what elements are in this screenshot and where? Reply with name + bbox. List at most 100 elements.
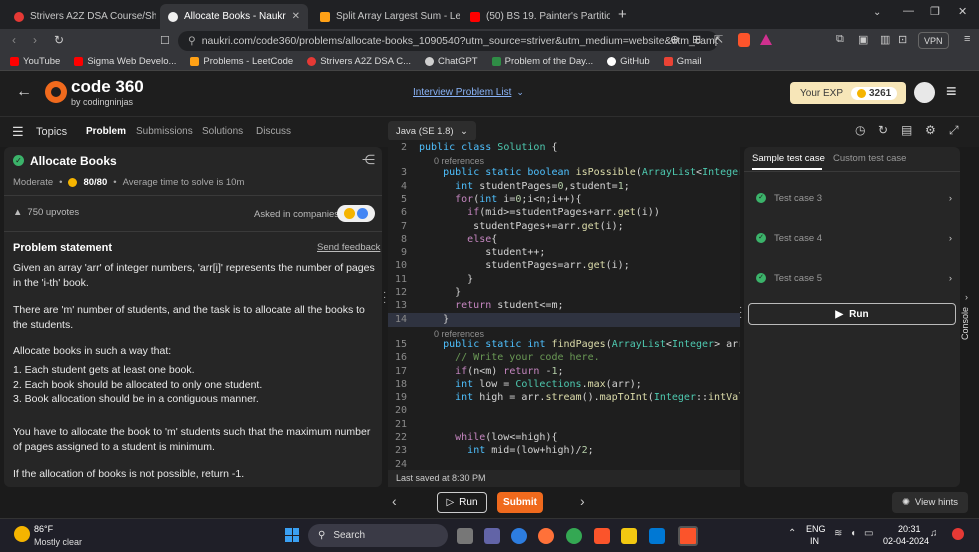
reset-icon[interactable]: ↻ [878, 123, 888, 137]
settings-gear-icon[interactable]: ⚙ [925, 123, 936, 137]
reload-icon[interactable]: ↻ [54, 33, 64, 47]
code-line[interactable]: student++; [419, 247, 545, 258]
vscode-icon[interactable] [649, 528, 665, 544]
bookmark-strivers[interactable]: Strivers A2Z DSA C... [307, 56, 411, 67]
battery-icon[interactable]: ▭ [864, 528, 873, 539]
topics-button[interactable]: Topics [36, 126, 67, 138]
resize-handle[interactable]: · · · [383, 288, 386, 308]
tab-discuss[interactable]: Discuss [256, 126, 291, 137]
brave-active-icon[interactable] [678, 526, 698, 546]
firefox-icon[interactable] [538, 528, 554, 544]
code-line[interactable]: int low = Collections.max(arr); [419, 379, 642, 390]
code-line[interactable]: public static int findPages(ArrayList<In… [419, 339, 740, 350]
bookmark-github[interactable]: GitHub [607, 56, 650, 67]
send-feedback-link[interactable]: Send feedback [317, 242, 380, 253]
lang-line-1[interactable]: ENG [806, 524, 826, 534]
tab-allocate-books[interactable]: Allocate Books - Naukri Code 3( ✕ [160, 4, 308, 29]
bookmark-sigma[interactable]: Sigma Web Develo... [74, 56, 176, 67]
hamburger-menu-icon[interactable]: ≡ [946, 81, 957, 102]
clock-time[interactable]: 20:31 [898, 524, 921, 534]
brave-rewards-icon[interactable] [760, 34, 772, 45]
code-line[interactable]: } [419, 274, 473, 285]
site-info-icon[interactable]: ⚲ [188, 35, 196, 47]
zoom-icon[interactable]: ⊕ [670, 33, 679, 46]
forward-icon[interactable]: › [33, 33, 37, 47]
back-arrow-icon[interactable]: ← [16, 83, 32, 101]
next-problem-icon[interactable]: › [580, 493, 585, 509]
minimize-icon[interactable]: — [903, 5, 914, 17]
submit-button[interactable]: Submit [497, 492, 543, 513]
avatar[interactable] [914, 82, 935, 103]
share-icon[interactable]: ⇱ [714, 33, 723, 46]
help-icon[interactable] [511, 528, 527, 544]
code-line[interactable]: studentPages+=arr.get(i); [419, 221, 624, 232]
taskbar-search[interactable]: ⚲ Search [308, 524, 448, 547]
code-line[interactable]: for(int i=0;i<n;i++){ [419, 194, 581, 205]
bookmark-gfg[interactable]: Problem of the Day... [491, 56, 593, 67]
test-case-row[interactable]: ✓ Test case 4 › [756, 228, 952, 248]
code-line[interactable]: return student<=m; [419, 300, 563, 311]
notification-bell-icon[interactable]: ♫ [930, 528, 938, 539]
run-tests-button[interactable]: ▶ Run [748, 303, 956, 325]
windows-start-icon[interactable] [285, 528, 299, 542]
company-logos-badge[interactable] [337, 205, 375, 222]
test-case-row[interactable]: ✓ Test case 3 › [756, 188, 952, 208]
close-tab-icon[interactable]: ✕ [286, 11, 300, 22]
back-icon[interactable]: ‹ [12, 33, 16, 47]
url-field[interactable]: ⚲ naukri.com/code360/problems/allocate-b… [178, 31, 718, 51]
layout-icon[interactable]: ▤ [901, 123, 912, 137]
new-tab-icon[interactable]: + [618, 6, 627, 23]
file-explorer-icon[interactable] [621, 528, 637, 544]
wifi-icon[interactable]: ≋ [834, 528, 842, 539]
code-editor[interactable]: 2 public class Solution {3 public static … [388, 140, 740, 470]
prev-problem-icon[interactable]: ‹ [392, 493, 397, 509]
code-line[interactable]: if(n<m) return -1; [419, 366, 563, 377]
bookmark-youtube[interactable]: YouTube [10, 56, 60, 67]
code-line[interactable]: public static boolean isPossible(ArrayLi… [419, 167, 740, 178]
tab-sample-test-case[interactable]: Sample test case [752, 153, 825, 164]
wallet-icon[interactable]: ▣ [858, 33, 868, 46]
code-line[interactable]: } [419, 314, 449, 325]
code-line[interactable]: int studentPages=0,student=1; [419, 181, 630, 192]
notification-badge-icon[interactable] [952, 528, 964, 540]
leo-icon[interactable]: ⊡ [898, 33, 907, 46]
code360-logo-icon[interactable] [45, 81, 67, 103]
teams-icon[interactable] [484, 528, 500, 544]
codelens-references[interactable]: 0 references [434, 329, 484, 339]
console-toggle[interactable]: Console [960, 307, 970, 340]
code-line[interactable]: public class Solution { [419, 142, 558, 153]
bookmark-leetcode[interactable]: Problems - LeetCode [190, 56, 293, 67]
extensions-icon[interactable]: ⧉ [836, 33, 844, 46]
run-button[interactable]: ▷ Run [437, 492, 487, 513]
exp-badge[interactable]: Your EXP 3261 [790, 82, 906, 104]
tab-solutions[interactable]: Solutions [202, 126, 243, 137]
install-icon[interactable]: ⊞ [692, 33, 701, 46]
volume-icon[interactable]: ◖ [850, 528, 856, 539]
tab-submissions[interactable]: Submissions [136, 126, 193, 137]
code-line[interactable]: while(low<=high){ [419, 432, 557, 443]
fullscreen-icon[interactable]: ⤢ [949, 123, 959, 138]
menu-icon[interactable]: ≡ [964, 33, 970, 45]
sidebar-icon[interactable]: ▥ [880, 33, 890, 46]
bookmark-icon[interactable]: ☐ [160, 34, 170, 47]
brave-shield-icon[interactable] [738, 33, 750, 47]
chevron-right-icon[interactable]: › [965, 292, 968, 302]
timer-icon[interactable]: ◷ [855, 123, 865, 137]
maximize-icon[interactable]: ❐ [930, 5, 940, 18]
code-line[interactable]: else{ [419, 234, 497, 245]
code-line[interactable]: } [419, 287, 461, 298]
close-window-icon[interactable]: ✕ [958, 5, 967, 18]
tab-strivers[interactable]: Strivers A2Z DSA Course/Sheet - Cra [6, 4, 156, 29]
code-line[interactable]: // Write your code here. [419, 352, 600, 363]
weather-moon-icon[interactable] [14, 526, 30, 542]
tab-problem[interactable]: Problem [86, 126, 126, 137]
brave-icon[interactable] [594, 528, 610, 544]
tab-search-chevron-icon[interactable]: ⌄ [873, 7, 881, 18]
bookmark-gmail[interactable]: Gmail [663, 56, 702, 67]
test-case-row[interactable]: ✓ Test case 5 › [756, 268, 952, 288]
chrome-icon[interactable] [566, 528, 582, 544]
tab-custom-test-case[interactable]: Custom test case [833, 153, 906, 164]
codelens-references[interactable]: 0 references [434, 156, 484, 166]
language-select[interactable]: Java (SE 1.8) ⌄ [388, 121, 476, 141]
vpn-button[interactable]: VPN [918, 32, 949, 49]
